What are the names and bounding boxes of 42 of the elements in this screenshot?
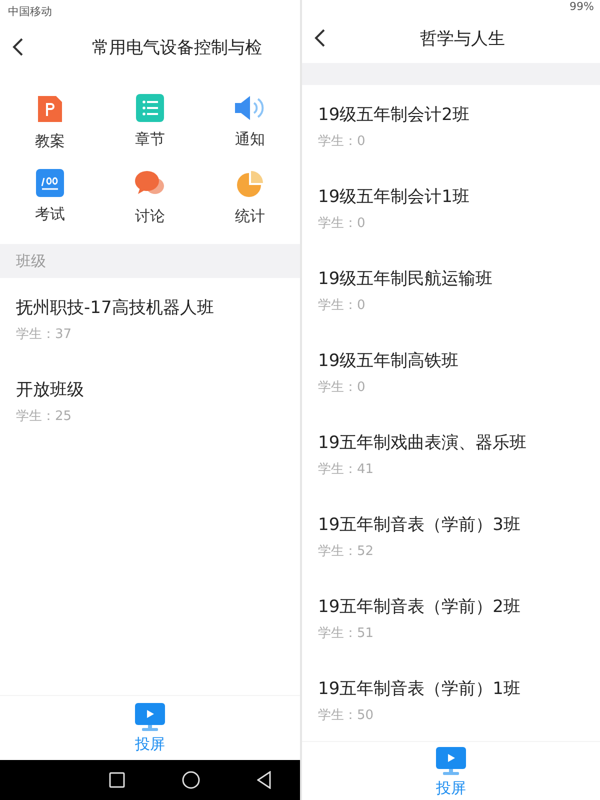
screen-play-icon xyxy=(435,746,467,774)
class-name[interactable]: 19级五年制高铁班 xyxy=(318,348,600,372)
feature-button[interactable]: 教案 xyxy=(0,94,100,151)
back-icon xyxy=(12,37,24,57)
document-icon xyxy=(36,94,64,124)
screen-title: 常用电气设备控制与检 xyxy=(92,36,262,58)
recent-apps-icon[interactable] xyxy=(108,772,125,788)
feature-button[interactable]: 讨论 xyxy=(100,169,200,226)
feature-button[interactable]: 考试 xyxy=(0,169,100,226)
class-name[interactable]: 19五年制音表（学前）1班 xyxy=(318,676,600,700)
back-icon xyxy=(314,28,326,48)
class-name[interactable]: 19级五年制会计1班 xyxy=(318,184,600,208)
home-icon[interactable] xyxy=(182,771,200,789)
class-name[interactable]: 19级五年制会计2班 xyxy=(318,102,600,126)
class-name[interactable]: 抚州职技-17高技机器人班 xyxy=(16,296,300,318)
score-icon xyxy=(36,169,64,197)
student-count: 学生：50 xyxy=(318,706,375,724)
student-count: 学生：41 xyxy=(318,460,375,478)
feature-button[interactable]: 章节 xyxy=(100,94,200,151)
list-icon xyxy=(136,94,164,122)
student-count: 学生：0 xyxy=(318,214,366,232)
class-name[interactable]: 19五年制音表（学前）2班 xyxy=(318,594,600,618)
feature-button[interactable]: 通知 xyxy=(200,94,300,151)
carrier-label: 中国移动 xyxy=(8,4,52,18)
class-name[interactable]: 19级五年制民航运输班 xyxy=(318,266,600,290)
student-count: 学生：37 xyxy=(16,326,73,342)
student-count: 学生：25 xyxy=(16,408,73,424)
class-name[interactable]: 19五年制音表（学前）3班 xyxy=(318,512,600,536)
class-name[interactable]: 开放班级 xyxy=(16,378,300,400)
student-count: 学生：51 xyxy=(318,624,375,642)
screen-play-icon xyxy=(134,702,166,730)
pie-chart-icon xyxy=(235,169,265,199)
screen-title: 哲学与人生 xyxy=(420,28,505,50)
class-name[interactable]: 19五年制戏曲表演、器乐班 xyxy=(318,430,600,454)
section-title: 班级 xyxy=(16,252,46,270)
student-count: 学生：0 xyxy=(318,378,366,396)
student-count: 学生：0 xyxy=(318,132,366,150)
student-count: 学生：52 xyxy=(318,542,375,560)
back-nav-icon[interactable] xyxy=(257,771,272,789)
student-count: 学生：0 xyxy=(318,296,366,314)
feature-button[interactable]: 统计 xyxy=(200,169,300,226)
battery-label: 99% xyxy=(570,0,594,13)
